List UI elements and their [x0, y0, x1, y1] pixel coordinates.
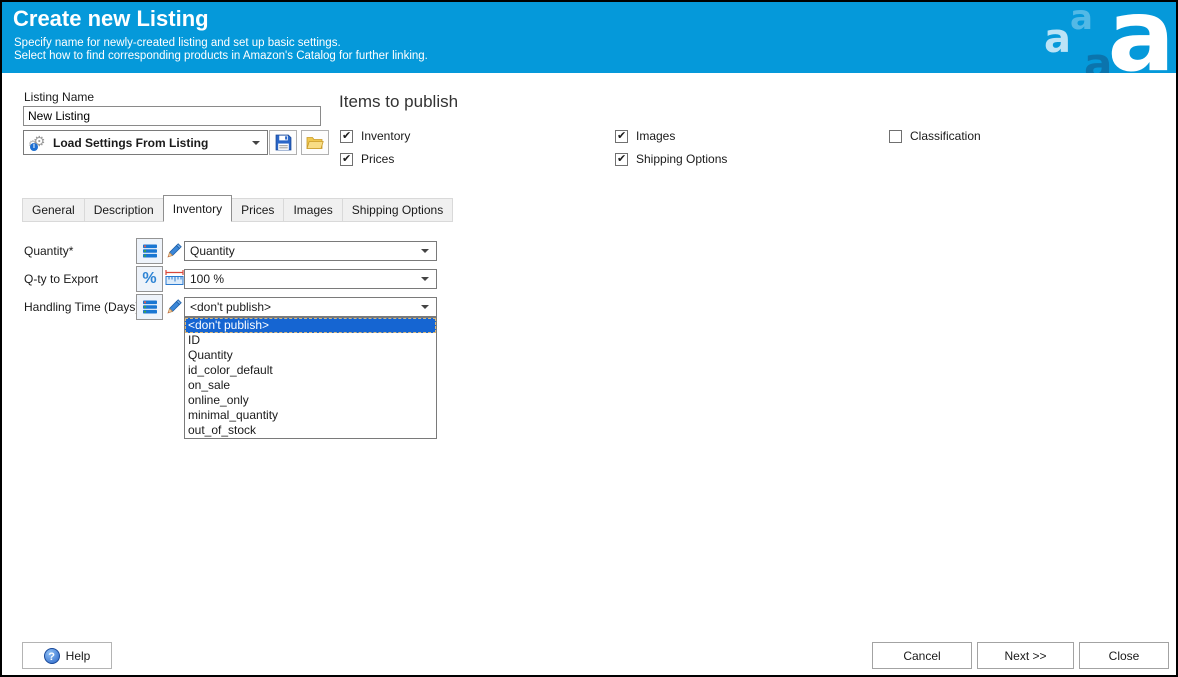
- quantity-combobox[interactable]: Quantity: [184, 241, 437, 261]
- tab-inventory[interactable]: Inventory: [163, 195, 232, 222]
- checkbox-shipping-options[interactable]: Shipping Options: [615, 152, 727, 166]
- load-settings-combobox[interactable]: ⚙⚙i Load Settings From Listing: [23, 130, 268, 155]
- handling-time-dropdown-list: <don't publish> ID Quantity id_color_def…: [184, 317, 437, 439]
- cancel-button[interactable]: Cancel: [872, 642, 972, 669]
- tab-prices[interactable]: Prices: [231, 198, 284, 222]
- next-button[interactable]: Next >>: [977, 642, 1074, 669]
- qty-export-value: 100 %: [185, 272, 421, 286]
- settings-tab-strip: General Description Inventory Prices Ima…: [23, 195, 453, 222]
- handling-time-combobox[interactable]: <don't publish>: [184, 297, 437, 317]
- qty-export-combobox[interactable]: 100 %: [184, 269, 437, 289]
- checkbox-label: Classification: [910, 129, 981, 143]
- ruler-icon: [164, 269, 185, 287]
- help-button[interactable]: ? Help: [22, 642, 112, 669]
- help-button-label: Help: [66, 649, 91, 663]
- header-subtitle-2: Select how to find corresponding product…: [14, 50, 428, 62]
- save-settings-button[interactable]: [269, 130, 297, 155]
- qty-to-export-label: Q-ty to Export: [24, 272, 98, 286]
- checkbox-images[interactable]: Images: [615, 129, 675, 143]
- checkbox-box[interactable]: [889, 130, 902, 143]
- dropdown-option-dont-publish[interactable]: <don't publish>: [185, 318, 436, 333]
- load-from-file-button[interactable]: [301, 130, 329, 155]
- checkbox-box[interactable]: [340, 153, 353, 166]
- chevron-down-icon: [421, 277, 429, 281]
- close-button-label: Close: [1109, 649, 1140, 663]
- open-folder-icon: [306, 135, 324, 150]
- create-new-listing-dialog: Create new Listing Specify name for newl…: [0, 0, 1178, 677]
- dropdown-option-quantity[interactable]: Quantity: [185, 348, 436, 363]
- quantity-label: Quantity*: [24, 244, 73, 258]
- percent-icon: %: [142, 270, 156, 288]
- chevron-down-icon: [421, 305, 429, 309]
- checkbox-box[interactable]: [615, 153, 628, 166]
- tab-shipping-options[interactable]: Shipping Options: [342, 198, 453, 222]
- cancel-button-label: Cancel: [903, 649, 940, 663]
- handling-time-edit-button[interactable]: [164, 297, 183, 316]
- checkbox-inventory[interactable]: Inventory: [340, 129, 410, 143]
- chevron-down-icon: [252, 141, 260, 145]
- next-button-label: Next >>: [1004, 649, 1046, 663]
- close-button[interactable]: Close: [1079, 642, 1169, 669]
- items-to-publish-title: Items to publish: [339, 92, 458, 112]
- checkbox-box[interactable]: [615, 130, 628, 143]
- dropdown-option-minimal-quantity[interactable]: minimal_quantity: [185, 408, 436, 423]
- listing-name-input[interactable]: [23, 106, 321, 126]
- help-question-icon: ?: [44, 648, 60, 664]
- handling-time-label: Handling Time (Days): [24, 300, 139, 314]
- pencil-icon: [165, 242, 183, 260]
- list-mapping-icon: [142, 243, 158, 259]
- dialog-header: Create new Listing Specify name for newl…: [2, 2, 1176, 73]
- qty-export-percent-button[interactable]: %: [136, 266, 163, 292]
- checkbox-label: Inventory: [361, 129, 410, 143]
- dropdown-option-id[interactable]: ID: [185, 333, 436, 348]
- qty-export-measure-button[interactable]: [163, 268, 185, 288]
- header-subtitle-1: Specify name for newly-created listing a…: [14, 37, 341, 49]
- checkbox-label: Shipping Options: [636, 152, 727, 166]
- load-settings-label: Load Settings From Listing: [48, 136, 252, 150]
- list-mapping-icon: [142, 299, 158, 315]
- dropdown-option-out-of-stock[interactable]: out_of_stock: [185, 423, 436, 438]
- checkbox-label: Images: [636, 129, 675, 143]
- tab-general[interactable]: General: [22, 198, 85, 222]
- tab-images[interactable]: Images: [283, 198, 342, 222]
- amazon-a-logo-big: a: [1108, 2, 1175, 73]
- quantity-value: Quantity: [185, 244, 421, 258]
- pencil-icon: [165, 298, 183, 316]
- chevron-down-icon: [421, 249, 429, 253]
- handling-time-value: <don't publish>: [185, 300, 421, 314]
- dropdown-option-on-sale[interactable]: on_sale: [185, 378, 436, 393]
- checkbox-prices[interactable]: Prices: [340, 152, 394, 166]
- dropdown-option-id-color-default[interactable]: id_color_default: [185, 363, 436, 378]
- amazon-a-logo-light: a: [1044, 19, 1071, 59]
- checkbox-label: Prices: [361, 152, 394, 166]
- gear-settings-icon: ⚙⚙i: [28, 134, 48, 152]
- checkbox-classification[interactable]: Classification: [889, 129, 981, 143]
- handling-time-mapping-button[interactable]: [136, 294, 163, 320]
- checkbox-box[interactable]: [340, 130, 353, 143]
- amazon-a-logo-small: a: [1070, 2, 1093, 35]
- save-floppy-icon: [275, 134, 292, 151]
- quantity-mapping-button[interactable]: [136, 238, 163, 264]
- tab-description[interactable]: Description: [84, 198, 164, 222]
- dropdown-option-online-only[interactable]: online_only: [185, 393, 436, 408]
- quantity-edit-button[interactable]: [164, 241, 183, 260]
- listing-name-label: Listing Name: [24, 90, 94, 104]
- page-title: Create new Listing: [13, 6, 209, 32]
